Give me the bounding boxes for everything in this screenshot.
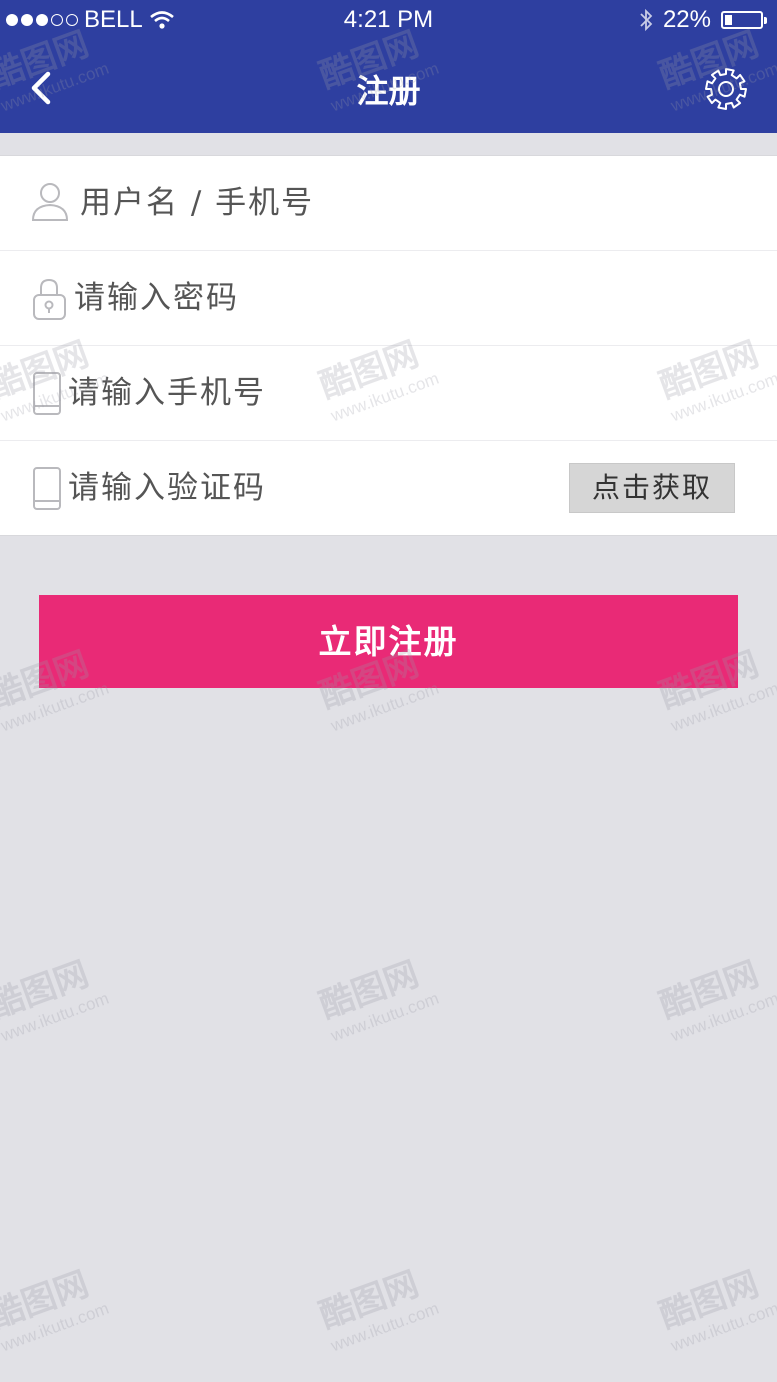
watermark: 酷图网 www.ikutu.com (312, 943, 442, 1047)
app-header: BELL 4:21 PM 22% 注册 (0, 0, 777, 133)
battery-icon (721, 11, 767, 29)
watermark: 酷图网 www.ikutu.com (652, 1253, 777, 1357)
username-input[interactable]: 用户名 / 手机号 (80, 156, 314, 250)
watermark: 酷图网 www.ikutu.com (312, 1253, 442, 1357)
battery-percent: 22% (662, 6, 711, 33)
watermark-brand: 酷图网 (314, 1265, 424, 1336)
watermark: 酷图网 www.ikutu.com (0, 943, 112, 1047)
watermark-url: www.ikutu.com (0, 988, 112, 1046)
watermark-brand: 酷图网 (314, 955, 424, 1026)
username-row: 用户名 / 手机号 (0, 156, 777, 251)
register-button[interactable]: 立即注册 (39, 595, 738, 688)
watermark-brand: 酷图网 (654, 1265, 764, 1336)
watermark-brand: 酷图网 (654, 955, 764, 1026)
password-input[interactable]: 请输入密码 (74, 251, 239, 345)
get-code-button[interactable]: 点击获取 (569, 463, 735, 513)
status-right: 22% (639, 6, 767, 34)
phone-icon (33, 467, 61, 510)
watermark-url: www.ikutu.com (328, 988, 442, 1046)
phone-icon (33, 372, 61, 415)
battery-level (725, 15, 733, 25)
phone-input[interactable]: 请输入手机号 (68, 346, 266, 440)
watermark-url: www.ikutu.com (328, 1298, 442, 1356)
code-row: 请输入验证码 点击获取 (0, 441, 777, 535)
status-bar: BELL 4:21 PM 22% (0, 0, 777, 42)
verification-code-input[interactable]: 请输入验证码 (68, 441, 266, 535)
watermark-brand: 酷图网 (0, 1265, 94, 1336)
register-form: 用户名 / 手机号 请输入密码 请输入手机号 请输入验证码 点击获取 (0, 155, 777, 536)
watermark-url: www.ikutu.com (668, 988, 777, 1046)
user-icon (31, 183, 69, 221)
watermark: 酷图网 www.ikutu.com (652, 943, 777, 1047)
bluetooth-icon (640, 8, 653, 32)
watermark-url: www.ikutu.com (668, 1298, 777, 1356)
password-row: 请输入密码 (0, 251, 777, 346)
phone-row: 请输入手机号 (0, 346, 777, 441)
watermark: 酷图网 www.ikutu.com (0, 1253, 112, 1357)
watermark-brand: 酷图网 (0, 955, 94, 1026)
page-title: 注册 (356, 72, 421, 110)
gear-icon[interactable] (703, 66, 749, 112)
lock-icon (33, 278, 66, 320)
watermark-url: www.ikutu.com (0, 1298, 112, 1356)
